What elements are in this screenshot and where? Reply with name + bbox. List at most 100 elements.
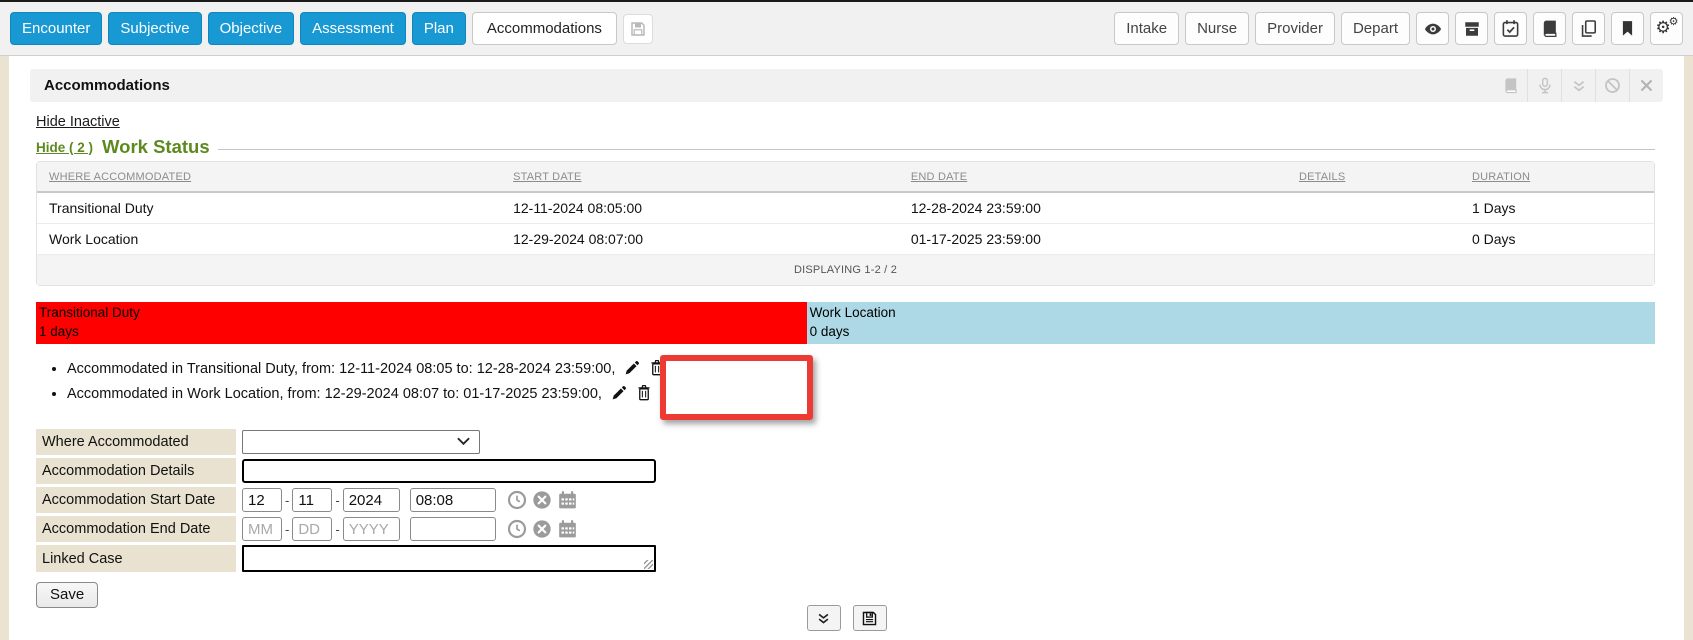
where-accommodated-select[interactable] <box>242 430 480 454</box>
intake-button[interactable]: Intake <box>1114 12 1179 45</box>
cell-end: 12-28-2024 23:59:00 <box>899 193 1287 224</box>
start-year-input[interactable] <box>343 488 400 512</box>
top-toolbar: Encounter Subjective Objective Assessmen… <box>0 0 1693 56</box>
cell-end: 01-17-2025 23:59:00 <box>899 224 1287 255</box>
end-date-clear-button[interactable] <box>532 519 552 539</box>
panel-close-button[interactable] <box>1629 69 1663 102</box>
calendar-check-button[interactable] <box>1494 12 1527 45</box>
bookmark-icon <box>1619 20 1636 37</box>
start-month-input[interactable] <box>242 488 282 512</box>
start-time-input[interactable] <box>410 488 496 512</box>
eye-button[interactable] <box>1416 12 1449 45</box>
col-end-date[interactable]: END DATE <box>899 162 1287 193</box>
form-label-accommodation-details: Accommodation Details <box>36 458 236 484</box>
start-date-clear-button[interactable] <box>532 490 552 510</box>
date-separator: - <box>335 493 339 508</box>
legend-divider <box>218 149 1655 150</box>
bookmark-button[interactable] <box>1611 12 1644 45</box>
microphone-icon <box>1537 77 1553 95</box>
edit-accommodation-button[interactable] <box>611 385 627 408</box>
panel-collapse-button[interactable] <box>1561 69 1595 102</box>
linked-case-textarea[interactable] <box>242 545 656 572</box>
cell-start: 12-11-2024 08:05:00 <box>501 193 899 224</box>
tab-subjective[interactable]: Subjective <box>108 12 201 45</box>
chevrons-down-icon <box>1571 78 1587 94</box>
hide-count-link[interactable]: Hide ( 2 ) <box>36 140 93 155</box>
settings-gears-icon: ⚙⚙ <box>1657 19 1677 39</box>
col-duration[interactable]: DURATION <box>1460 162 1654 193</box>
clear-icon <box>532 519 552 539</box>
calendar-check-icon <box>1501 19 1520 38</box>
date-separator: - <box>335 522 339 537</box>
trash-icon <box>636 384 652 401</box>
timeline-segment-label: Work Location <box>810 303 1652 322</box>
timeline-segment-transitional-duty: Transitional Duty 1 days <box>36 302 807 344</box>
table-row[interactable]: Work Location 12-29-2024 08:07:00 01-17-… <box>37 224 1654 255</box>
delete-accommodation-button[interactable] <box>649 359 665 383</box>
form-label-start-date: Accommodation Start Date <box>36 487 236 513</box>
work-status-timeline: Transitional Duty 1 days Work Location 0… <box>36 302 1655 344</box>
archive-icon <box>1463 20 1481 38</box>
end-day-input[interactable] <box>292 517 332 541</box>
clear-icon <box>532 490 552 510</box>
eye-icon <box>1423 19 1443 39</box>
col-details[interactable]: DETAILS <box>1287 162 1460 193</box>
start-date-calendar-button[interactable] <box>557 490 578 510</box>
book-icon <box>1540 19 1559 38</box>
save-panel-button[interactable] <box>853 605 887 631</box>
timeline-segment-work-location: Work Location 0 days <box>807 302 1655 344</box>
chevrons-down-icon <box>816 611 831 626</box>
panel-book-button[interactable] <box>1493 69 1527 102</box>
delete-accommodation-button[interactable] <box>636 384 652 408</box>
depart-button[interactable]: Depart <box>1341 12 1410 45</box>
col-where-accommodated[interactable]: WHERE ACCOMMODATED <box>37 162 501 193</box>
panel-header-actions <box>1493 69 1663 102</box>
table-footer-row: DISPLAYING 1-2 / 2 <box>37 255 1654 285</box>
table-row[interactable]: Transitional Duty 12-11-2024 08:05:00 12… <box>37 193 1654 224</box>
cell-details <box>1287 193 1460 224</box>
start-time-picker-button[interactable] <box>507 490 527 510</box>
archive-button[interactable] <box>1455 12 1488 45</box>
trash-icon <box>649 359 665 376</box>
tab-accommodations-current[interactable]: Accommodations <box>472 12 617 45</box>
accommodation-list: Accommodated in Transitional Duty, from:… <box>36 358 1655 408</box>
close-icon <box>1639 78 1654 93</box>
provider-button[interactable]: Provider <box>1255 12 1335 45</box>
tab-encounter[interactable]: Encounter <box>10 12 102 45</box>
end-year-input[interactable] <box>343 517 400 541</box>
col-start-date[interactable]: START DATE <box>501 162 899 193</box>
panel-dictate-button[interactable] <box>1527 69 1561 102</box>
book-button[interactable] <box>1533 12 1566 45</box>
work-status-table: WHERE ACCOMMODATED START DATE END DATE D… <box>36 161 1655 286</box>
end-time-picker-button[interactable] <box>507 519 527 539</box>
panel-body: Hide Inactive Hide ( 2 ) Work Status WHE… <box>36 102 1655 608</box>
clock-icon <box>507 490 527 510</box>
tab-plan[interactable]: Plan <box>412 12 466 45</box>
cell-duration: 0 Days <box>1460 224 1654 255</box>
cell-details <box>1287 224 1460 255</box>
form-label-linked-case: Linked Case <box>36 545 236 572</box>
collapse-panel-button[interactable] <box>807 605 841 631</box>
accommodations-panel-header: Accommodations <box>30 69 1663 102</box>
end-date-calendar-button[interactable] <box>557 519 578 539</box>
date-separator: - <box>285 522 289 537</box>
tab-objective[interactable]: Objective <box>208 12 295 45</box>
end-time-input[interactable] <box>410 517 496 541</box>
settings-button[interactable]: ⚙⚙ <box>1650 12 1683 45</box>
panel-cancel-button[interactable] <box>1595 69 1629 102</box>
form-label-end-date: Accommodation End Date <box>36 516 236 542</box>
end-month-input[interactable] <box>242 517 282 541</box>
bottom-action-bar <box>9 605 1684 631</box>
timeline-segment-label: Transitional Duty <box>39 303 804 322</box>
date-separator: - <box>285 493 289 508</box>
copy-button[interactable] <box>1572 12 1605 45</box>
panel-title: Accommodations <box>44 77 170 94</box>
start-day-input[interactable] <box>292 488 332 512</box>
nurse-button[interactable]: Nurse <box>1185 12 1249 45</box>
book-icon <box>1502 77 1519 94</box>
save-tab-button[interactable] <box>623 14 653 44</box>
accommodation-details-input[interactable] <box>242 459 656 483</box>
tab-assessment[interactable]: Assessment <box>300 12 406 45</box>
hide-inactive-link[interactable]: Hide Inactive <box>36 114 120 130</box>
edit-accommodation-button[interactable] <box>624 360 640 383</box>
